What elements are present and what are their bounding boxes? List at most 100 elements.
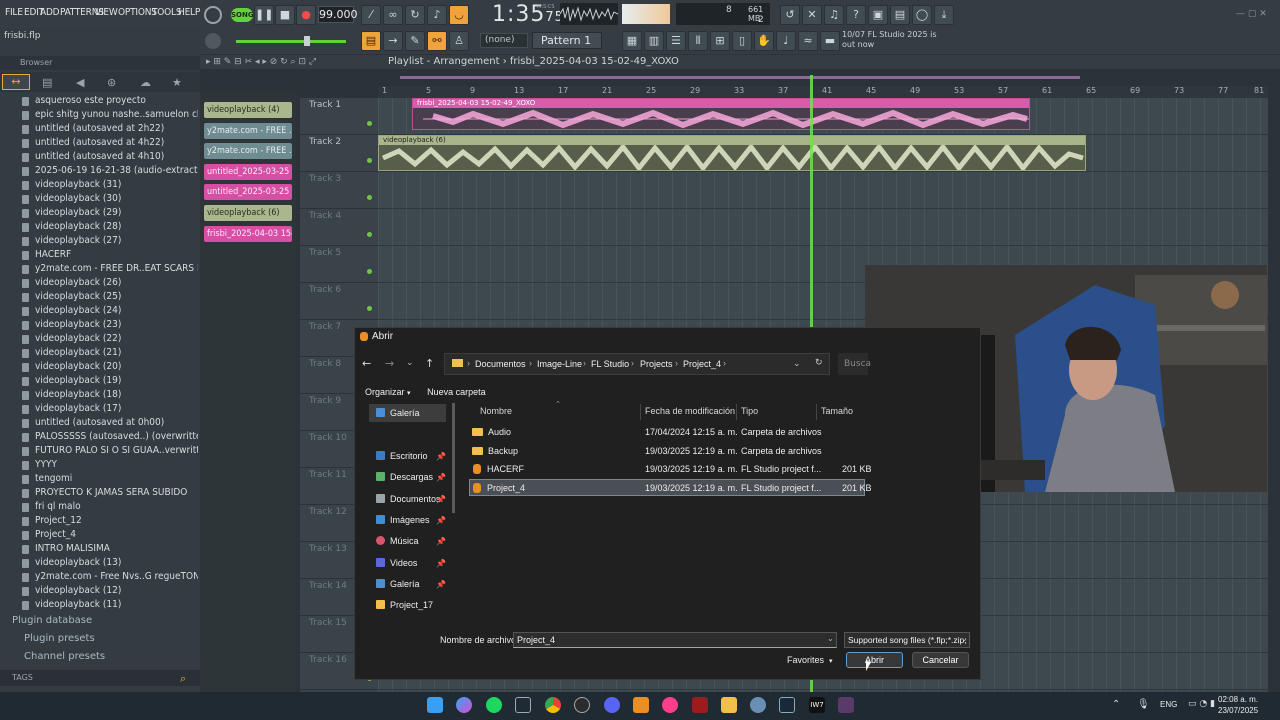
eq-icon[interactable]: ≈ <box>798 31 818 51</box>
picker-clip[interactable]: untitled_2025-03-25 17-... <box>204 164 292 180</box>
browser-current-tab-icon[interactable]: ⊛ <box>107 76 116 89</box>
discord-icon[interactable] <box>604 697 620 713</box>
menu-view[interactable]: VIEW <box>95 7 118 18</box>
file-explorer-icon[interactable] <box>721 697 737 713</box>
browser-item[interactable]: fri ql malo <box>22 500 198 514</box>
play-button[interactable]: ❚❚ <box>254 5 274 25</box>
browser-item[interactable]: PALOSSSSS (autosaved..) (overwritten at … <box>22 430 198 444</box>
audio-clip[interactable]: videoplayback (6) <box>378 135 1086 173</box>
download-icon[interactable]: ⤓ <box>934 5 954 25</box>
widget-icon[interactable] <box>515 697 531 713</box>
window-controls[interactable]: — ▢ ✕ <box>1236 9 1276 19</box>
column-date[interactable]: Fecha de modificación <box>645 406 735 416</box>
plugin-icon[interactable]: ▯ <box>732 31 752 51</box>
microphone-icon[interactable]: ♫ <box>824 5 844 25</box>
tempo-tap-icon[interactable]: ♩ <box>776 31 796 51</box>
audio-clip[interactable]: frisbi_2025-04-03 15-02-49_XOXO <box>412 98 1030 130</box>
mixer-view-icon[interactable]: ⫴ <box>688 31 708 51</box>
track-header[interactable]: Track 1 <box>300 98 378 135</box>
steam-icon[interactable] <box>779 697 795 713</box>
track-header[interactable]: Track 2 <box>300 135 378 172</box>
breadcrumb-item[interactable]: Project_4 <box>683 359 721 369</box>
app-icon[interactable] <box>662 697 678 713</box>
browser-item[interactable]: videoplayback (22) <box>22 332 198 346</box>
channel-rack-icon[interactable]: ☰ <box>666 31 686 51</box>
network-icon[interactable]: ▭ ◔ ▮ <box>1188 699 1215 709</box>
search-icon[interactable]: ⌕ <box>180 672 193 685</box>
browser-item[interactable]: y2mate.com - FREE DR..EAT SCARS NEVER HE… <box>22 262 198 276</box>
export-icon[interactable]: ▤ <box>890 5 910 25</box>
browser-item[interactable]: videoplayback (19) <box>22 374 198 388</box>
browser-cloud-tab-icon[interactable]: ☁ <box>140 76 151 89</box>
arrow-right-icon[interactable]: → <box>383 31 403 51</box>
browser-item[interactable]: videoplayback (21) <box>22 346 198 360</box>
browser-item[interactable]: 2025-06-19 16-21-38 (audio-extractor.net… <box>22 164 198 178</box>
browser-item[interactable]: videoplayback (18) <box>22 388 198 402</box>
organize-button[interactable]: Organizar <box>365 387 405 397</box>
breadcrumb-item[interactable]: Projects <box>640 359 673 369</box>
mixer-icon[interactable]: ✕ <box>802 5 822 25</box>
menu-add[interactable]: ADD <box>40 7 60 18</box>
browser-item[interactable]: videoplayback (13) <box>22 556 198 570</box>
open-button[interactable]: Abrir <box>846 652 903 668</box>
browser-favorites-tab-icon[interactable]: ★ <box>172 76 182 89</box>
browser-item[interactable]: Project_12 <box>22 514 198 528</box>
cancel-button[interactable]: Cancelar <box>912 652 969 668</box>
performance-icon[interactable]: ▬ <box>820 31 840 51</box>
browser-files-tab-icon[interactable]: ▤ <box>42 76 52 89</box>
recent-dropdown-icon[interactable]: ⌄ <box>406 358 414 368</box>
pin-icon[interactable]: 📌 <box>436 516 446 525</box>
picker-clip[interactable]: untitled_2025-03-25 17-... <box>204 184 292 200</box>
forward-arrow-icon[interactable]: → <box>385 357 394 370</box>
track-header[interactable]: Track 5 <box>300 246 378 283</box>
fl-studio-taskbar-icon[interactable] <box>633 697 649 713</box>
playlist-icon[interactable]: ▦ <box>622 31 642 51</box>
tray-chevron-icon[interactable]: ⌃ <box>1112 699 1120 710</box>
pitch-knob-icon[interactable] <box>205 33 221 49</box>
microphone-icon[interactable]: 🎙 <box>1137 699 1150 710</box>
loop-record-icon[interactable]: ◡ <box>449 5 469 25</box>
browser-all-tab[interactable]: ↔ <box>2 74 30 90</box>
pin-icon[interactable]: 📌 <box>436 495 446 504</box>
up-arrow-icon[interactable]: ↑ <box>425 357 434 370</box>
back-arrow-icon[interactable]: ← <box>362 357 371 370</box>
browser-item[interactable]: videoplayback (23) <box>22 318 198 332</box>
browser-item[interactable]: epic shitg yunou nashe..samuelon chistel… <box>22 108 198 122</box>
browser-item[interactable]: y2mate.com - Free Nvs..G regueTON Type B… <box>22 570 198 584</box>
timeline-scrollbar[interactable] <box>340 74 1270 82</box>
browser-item[interactable]: videoplayback (31) <box>22 178 198 192</box>
address-bar[interactable]: › Documentos › Image-Line › FL Studio › … <box>444 353 830 375</box>
main-pitch-slider[interactable] <box>236 40 346 43</box>
pin-icon[interactable]: 📌 <box>436 559 446 568</box>
browser-view-icon[interactable]: ⊞ <box>710 31 730 51</box>
countdown-icon[interactable]: ↻ <box>405 5 425 25</box>
filename-input[interactable]: Project_4 <box>513 632 837 648</box>
save-icon[interactable]: ▣ <box>868 5 888 25</box>
chevron-down-icon[interactable]: ⌄ <box>827 634 834 643</box>
piano-roll-icon[interactable]: ▥ <box>644 31 664 51</box>
picker-clip[interactable]: videoplayback (6) <box>204 205 292 221</box>
file-row[interactable]: Backup 19/03/2025 12:19 a. m. Carpeta de… <box>469 443 865 460</box>
browser-item[interactable]: untitled (autosaved at 4h22) <box>22 136 198 150</box>
browser-item[interactable]: videoplayback (26) <box>22 276 198 290</box>
browser-item[interactable]: videoplayback (11) <box>22 598 198 612</box>
track-header[interactable]: Track 4 <box>300 209 378 246</box>
browser-item[interactable]: PROYECTO K JAMAS SERA SUBIDO <box>22 486 198 500</box>
main-knob-icon[interactable] <box>204 6 222 24</box>
track-header[interactable]: Track 6 <box>300 283 378 320</box>
browser-item[interactable]: videoplayback (27) <box>22 234 198 248</box>
column-type[interactable]: Tipo <box>741 406 758 416</box>
wait-input-icon[interactable]: ∞ <box>383 5 403 25</box>
playlist-vertical-scrollbar[interactable] <box>1268 98 1278 695</box>
draw-tool-icon[interactable]: ✎ <box>405 31 425 51</box>
undo-icon[interactable]: ↺ <box>780 5 800 25</box>
tags-bar[interactable]: TAGS <box>0 670 200 686</box>
playlist-tools-icon[interactable]: ▸ ⊞ ✎ ⊟ ✂ ◂ ▸ ⊘ ↻ ⌕ ⊡ ⤢ <box>206 57 316 67</box>
browser-item[interactable]: INTRO MALISIMA <box>22 542 198 556</box>
menu-tools[interactable]: TOOLS <box>152 7 182 18</box>
chat-icon[interactable]: ◯ <box>912 5 932 25</box>
browser-item[interactable]: videoplayback (24) <box>22 304 198 318</box>
browser-item[interactable]: Project_4 <box>22 528 198 542</box>
pattern-selector[interactable]: Pattern 1 <box>532 32 602 49</box>
stop-button[interactable]: ■ <box>275 5 295 25</box>
